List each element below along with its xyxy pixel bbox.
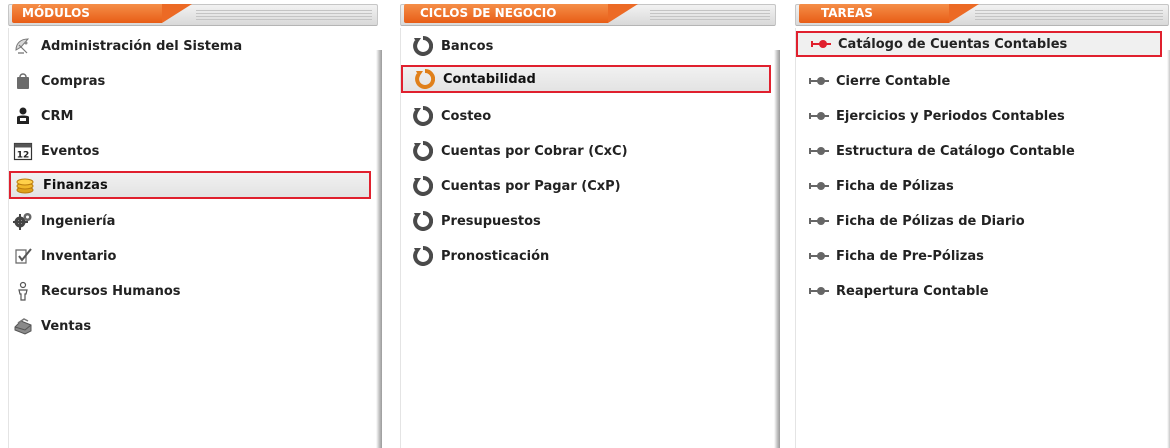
tarea-item-ficha-polizas[interactable]: Ficha de Pólizas	[796, 172, 1162, 200]
tareas-panel: TAREAS Catálogo de Cuentas Contables Cie…	[795, 4, 1170, 448]
cycle-icon	[413, 141, 433, 161]
modulo-item-crm[interactable]: CRM	[9, 102, 371, 130]
tarea-label: Ejercicios y Periodos Contables	[836, 108, 1065, 124]
ciclo-label: Bancos	[441, 38, 494, 54]
tarea-label: Catálogo de Cuentas Contables	[838, 36, 1068, 52]
pin-icon	[808, 285, 830, 297]
modulo-label: Inventario	[41, 248, 117, 264]
pin-icon	[808, 250, 830, 262]
calendar-icon: 12	[13, 141, 33, 161]
tarea-item-catalogo-cuentas[interactable]: Catálogo de Cuentas Contables	[796, 31, 1162, 57]
ciclo-label: Cuentas por Pagar (CxP)	[441, 178, 621, 194]
modulo-label: Finanzas	[43, 177, 108, 193]
tarea-item-cierre-contable[interactable]: Cierre Contable	[796, 67, 1162, 95]
modulo-item-inventario[interactable]: Inventario	[9, 242, 371, 270]
ciclos-panel: CICLOS DE NEGOCIO Bancos Contabilidad Co…	[400, 4, 780, 448]
modulos-scrollbar[interactable]	[376, 50, 382, 448]
ciclo-item-pronosticacion[interactable]: Pronosticación	[401, 242, 771, 270]
human-figure-icon	[13, 281, 33, 301]
modulo-label: Administración del Sistema	[41, 38, 243, 54]
modulos-title: MÓDULOS	[12, 4, 192, 23]
cycle-icon	[413, 106, 433, 126]
modulo-item-eventos[interactable]: 12 Eventos	[9, 137, 371, 165]
tarea-item-reapertura-contable[interactable]: Reapertura Contable	[796, 277, 1162, 305]
tarea-label: Ficha de Pólizas de Diario	[836, 213, 1025, 229]
ciclo-item-costeo[interactable]: Costeo	[401, 102, 771, 130]
tareas-list: Catálogo de Cuentas Contables Cierre Con…	[795, 28, 1170, 448]
ciclo-label: Pronosticación	[441, 248, 550, 264]
modulo-item-compras[interactable]: Compras	[9, 67, 371, 95]
modulos-list: Administración del Sistema Compras CRM 1…	[8, 28, 382, 448]
gears-icon	[13, 211, 33, 231]
ciclos-title: CICLOS DE NEGOCIO	[404, 4, 638, 23]
ciclo-label: Contabilidad	[443, 71, 536, 87]
pin-icon	[808, 180, 830, 192]
tarea-label: Estructura de Catálogo Contable	[836, 143, 1075, 159]
ciclo-item-cxp[interactable]: Cuentas por Pagar (CxP)	[401, 172, 771, 200]
tarea-item-ejercicios[interactable]: Ejercicios y Periodos Contables	[796, 102, 1162, 130]
ciclo-label: Cuentas por Cobrar (CxC)	[441, 143, 628, 159]
tareas-header: TAREAS	[795, 4, 1170, 28]
ciclo-label: Costeo	[441, 108, 492, 124]
satellite-dish-icon	[13, 36, 33, 56]
ciclo-item-bancos[interactable]: Bancos	[401, 32, 771, 60]
ciclos-header: CICLOS DE NEGOCIO	[400, 4, 780, 28]
svg-text:12: 12	[17, 151, 30, 161]
tarea-item-ficha-polizas-diario[interactable]: Ficha de Pólizas de Diario	[796, 207, 1162, 235]
ciclo-item-contabilidad[interactable]: Contabilidad	[401, 65, 771, 93]
cycle-icon	[413, 176, 433, 196]
modulo-label: Recursos Humanos	[41, 283, 181, 299]
tarea-label: Ficha de Pólizas	[836, 178, 954, 194]
tarea-item-estructura-catalogo[interactable]: Estructura de Catálogo Contable	[796, 137, 1162, 165]
person-icon	[13, 106, 33, 126]
modulo-item-recursos-humanos[interactable]: Recursos Humanos	[9, 277, 371, 305]
cycle-icon	[413, 211, 433, 231]
shopping-bag-icon	[13, 71, 33, 91]
cash-register-icon	[13, 316, 33, 336]
modulo-label: Compras	[41, 73, 106, 89]
modulo-item-ingenieria[interactable]: Ingeniería	[9, 207, 371, 235]
modulo-label: Ingeniería	[41, 213, 116, 229]
cycle-icon	[415, 69, 435, 89]
ciclo-item-presupuestos[interactable]: Presupuestos	[401, 207, 771, 235]
modulo-label: Eventos	[41, 143, 100, 159]
modulo-label: Ventas	[41, 318, 92, 334]
ciclos-list: Bancos Contabilidad Costeo Cuentas por C…	[400, 28, 780, 448]
tarea-label: Cierre Contable	[836, 73, 951, 89]
pin-icon	[810, 38, 832, 50]
pin-icon	[808, 75, 830, 87]
tareas-title: TAREAS	[799, 4, 979, 23]
modulo-item-ventas[interactable]: Ventas	[9, 312, 371, 340]
pin-icon	[808, 110, 830, 122]
modulo-item-administracion[interactable]: Administración del Sistema	[9, 32, 371, 60]
modulos-header: MÓDULOS	[8, 4, 382, 28]
cycle-icon	[413, 36, 433, 56]
pin-icon	[808, 215, 830, 227]
ciclos-scrollbar[interactable]	[774, 50, 780, 448]
tarea-label: Reapertura Contable	[836, 283, 989, 299]
ciclo-item-cxc[interactable]: Cuentas por Cobrar (CxC)	[401, 137, 771, 165]
tarea-item-ficha-pre-polizas[interactable]: Ficha de Pre-Pólizas	[796, 242, 1162, 270]
ciclo-label: Presupuestos	[441, 213, 541, 229]
cycle-icon	[413, 246, 433, 266]
checklist-icon	[13, 246, 33, 266]
tarea-label: Ficha de Pre-Pólizas	[836, 248, 984, 264]
modulo-item-finanzas[interactable]: Finanzas	[9, 171, 371, 199]
coins-icon	[15, 175, 35, 195]
pin-icon	[808, 145, 830, 157]
modulos-panel: MÓDULOS Administración del Sistema Compr…	[8, 4, 382, 448]
modulo-label: CRM	[41, 108, 74, 124]
